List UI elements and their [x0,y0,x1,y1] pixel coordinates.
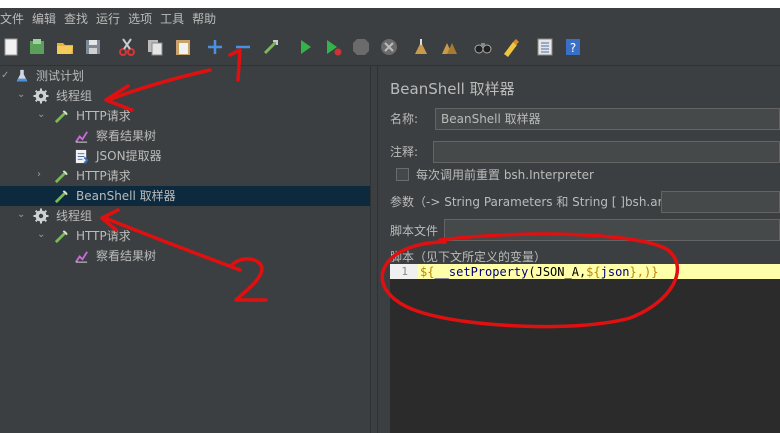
test-plan-icon [14,68,30,84]
tree-node-beanshell-sampler[interactable]: BeanShell 取样器 [0,186,370,206]
sampler-icon [53,108,69,124]
clear-all-icon[interactable] [438,36,460,58]
search-icon[interactable] [472,36,494,58]
parameters-field[interactable] [661,191,780,213]
code-args: (JSON_A, [528,265,587,279]
thread-group-icon [33,88,49,104]
menu-run[interactable]: 运行 [92,8,124,30]
name-field[interactable]: BeanShell 取样器 [435,108,780,130]
pane-splitter[interactable] [370,66,378,433]
menu-file[interactable]: 文件 [0,8,28,30]
script-editor-body[interactable] [390,279,780,433]
script-code-line[interactable]: ${__setProperty(JSON_A,${json},)} [420,264,658,280]
tree-node-thread-group[interactable]: ⌄ 线程组 [0,86,370,106]
stop-icon[interactable] [350,36,372,58]
script-label: 脚本（见下文所定义的变量） [390,250,547,264]
copy-icon[interactable] [144,36,166,58]
menu-help[interactable]: 帮助 [188,8,220,30]
name-label: 名称: [390,112,419,126]
line-number: 1 [401,265,408,278]
script-file-label: 脚本文件 [390,224,439,238]
chevron-down-icon[interactable]: ⌄ [37,110,47,120]
sampler-icon [53,168,69,184]
comment-field[interactable] [433,141,780,163]
tree-node-view-results-tree[interactable]: 察看结果树 [0,126,370,146]
svg-text:?: ? [570,41,576,55]
new-icon[interactable] [0,36,22,58]
comment-label: 注释: [390,145,419,159]
shutdown-icon[interactable] [378,36,400,58]
code-brace: ${ [420,265,435,279]
panel-title: BeanShell 取样器 [390,80,515,98]
open-icon[interactable] [54,36,76,58]
toggle-icon[interactable] [260,36,282,58]
thread-group-icon [33,208,49,224]
tree-node-json-extractor[interactable]: JSON提取器 [0,146,370,166]
code-function-name: __setProperty [434,265,529,279]
help-icon[interactable]: ? [562,36,584,58]
script-file-field[interactable] [444,219,780,241]
paste-icon[interactable] [172,36,194,58]
listener-icon [73,248,89,264]
code-close: },)} [629,265,659,279]
chevron-down-icon[interactable]: ⌄ [17,210,27,220]
tree-node-test-plan[interactable]: ✓ 测试计划 [0,66,370,86]
start-icon[interactable] [294,36,316,58]
templates-icon[interactable] [26,36,48,58]
menu-bar: 文件 编辑 查找 运行 选项 工具 帮助 [0,8,780,30]
sampler-icon [53,188,69,204]
window-top-strip [0,0,780,8]
chevron-down-icon[interactable]: ⌄ [37,230,47,240]
extractor-icon [73,148,89,164]
expand-icon[interactable] [204,36,226,58]
reset-interpreter-label: 每次调用前重置 bsh.Interpreter [416,168,594,182]
expand-arrow-icon[interactable]: ✓ [1,71,11,81]
reset-interpreter-checkbox[interactable] [396,168,409,181]
menu-tools[interactable]: 工具 [156,8,188,30]
sampler-icon [53,228,69,244]
tree-node-http-request[interactable]: ⌄ HTTP请求 [0,106,370,126]
cut-icon[interactable] [116,36,138,58]
function-helper-icon[interactable] [534,36,556,58]
clear-icon[interactable] [410,36,432,58]
menu-edit[interactable]: 编辑 [28,8,60,30]
tree-node-http-request-2[interactable]: › HTTP请求 [0,166,370,186]
chevron-right-icon[interactable]: › [37,170,47,180]
menu-options[interactable]: 选项 [124,8,156,30]
save-icon[interactable] [82,36,104,58]
code-variable: json [600,265,630,279]
listener-icon [73,128,89,144]
tree-node-view-results-tree-2[interactable]: 察看结果树 [0,246,370,266]
test-plan-tree: ✓ 测试计划 ⌄ 线程组 ⌄ HTTP请求 察看结果树 JSON提取器 › HT… [0,66,370,433]
parameters-label: 参数（-> String Parameters 和 String [ ]bsh.… [390,195,689,209]
reset-search-icon[interactable] [500,36,522,58]
tree-node-thread-group-2[interactable]: ⌄ 线程组 [0,206,370,226]
menu-search[interactable]: 查找 [60,8,92,30]
toolbar: ? [0,30,780,66]
tree-node-http-request-3[interactable]: ⌄ HTTP请求 [0,226,370,246]
start-no-pause-icon[interactable] [322,36,344,58]
collapse-icon[interactable] [232,36,254,58]
chevron-down-icon[interactable]: ⌄ [17,90,27,100]
code-brace: ${ [586,265,601,279]
